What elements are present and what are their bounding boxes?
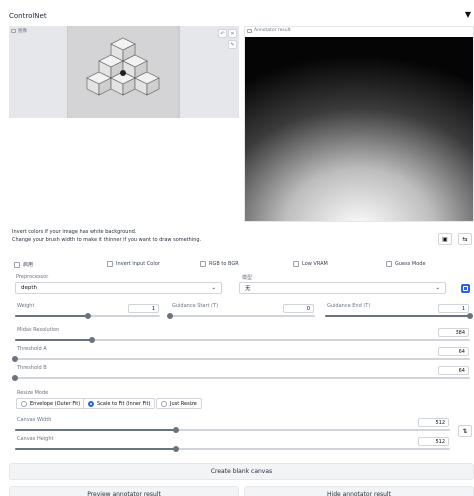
slider-fill	[15, 448, 176, 450]
preview-annotator-button[interactable]: Preview annotator result	[9, 486, 239, 496]
slider-thumb[interactable]	[89, 337, 96, 343]
slider-fill	[15, 339, 93, 341]
rgb-to-bgr-checkbox[interactable]: RGB to BGR	[200, 261, 239, 267]
annotator-result-image	[245, 37, 473, 221]
slider-fill	[15, 315, 88, 317]
weight-label: Weight	[17, 303, 35, 309]
image-tag: 图像	[11, 28, 27, 34]
swap-dimensions-icon[interactable]: ⇅	[458, 425, 472, 437]
canvas-width-label: Canvas Width	[17, 417, 52, 423]
threshold-b-label: Threshold B	[17, 365, 47, 371]
pencil-icon[interactable]: ✎	[228, 40, 237, 49]
midas-resolution-label: Midas Resolution	[17, 327, 60, 333]
resize-mode-label: Resize Mode	[17, 390, 49, 396]
undo-icon[interactable]: ↶	[218, 29, 227, 38]
threshold-b-slider[interactable]	[12, 375, 470, 381]
low-vram-checkbox[interactable]: Low VRAM	[293, 261, 328, 267]
slider-thumb[interactable]	[84, 313, 91, 319]
guidance-start-input[interactable]: 0	[283, 304, 314, 313]
hide-annotator-button[interactable]: Hide annotator result	[244, 486, 474, 496]
slider-thumb[interactable]	[172, 427, 179, 433]
invert-input-color-checkbox[interactable]: Invert Input Color	[107, 261, 160, 267]
model-label: 模型	[242, 275, 253, 281]
radio-scale-to-fit[interactable]	[88, 400, 94, 407]
slider-thumb[interactable]	[12, 375, 18, 381]
section-title[interactable]: ControlNet	[9, 12, 47, 20]
checkbox-box[interactable]	[200, 261, 206, 267]
image-icon	[11, 29, 16, 33]
create-blank-canvas-button[interactable]: Create blank canvas	[9, 463, 474, 480]
chevron-down-icon: ⌄	[211, 285, 216, 291]
preprocessor-select[interactable]: depth ⌄	[15, 282, 222, 294]
chevron-down-icon: ⌄	[435, 285, 440, 291]
resize-envelope-option[interactable]: Envelope (Outer Fit)	[16, 398, 86, 409]
camera-icon[interactable]: ▣	[438, 233, 452, 245]
slider-fill	[15, 429, 176, 431]
swap-icon[interactable]: ⇆	[458, 233, 472, 245]
checkbox-box[interactable]	[386, 261, 392, 267]
resize-scale-to-fit-option[interactable]: Scale to Fit (Inner Fit)	[83, 398, 156, 409]
canvas-width-input[interactable]: 512	[418, 418, 449, 427]
threshold-a-slider[interactable]	[12, 356, 470, 362]
guidance-end-slider[interactable]	[325, 313, 473, 319]
guidance-start-slider[interactable]	[167, 313, 315, 319]
model-select[interactable]: 无 ⌄	[239, 282, 446, 294]
canvas-height-input[interactable]: 512	[418, 437, 449, 446]
slider-thumb[interactable]	[167, 313, 173, 319]
midas-resolution-input[interactable]: 384	[438, 328, 469, 337]
canvas-height-slider[interactable]	[15, 446, 450, 452]
canvas-width-slider[interactable]	[15, 427, 450, 433]
checkbox-box[interactable]	[107, 261, 113, 267]
threshold-b-input[interactable]: 64	[438, 366, 469, 375]
slider-thumb[interactable]	[12, 356, 18, 362]
annotator-tag: Annotator result	[247, 28, 291, 33]
close-icon[interactable]: ✕	[228, 29, 237, 38]
checkbox-box[interactable]	[14, 261, 20, 268]
slider-thumb[interactable]	[172, 446, 179, 452]
weight-slider[interactable]	[15, 313, 160, 319]
preprocessor-label: Preprocessor	[16, 274, 49, 280]
guidance-end-input[interactable]: 1	[438, 304, 469, 313]
weight-input[interactable]: 1	[128, 304, 159, 313]
refresh-models-icon[interactable]	[461, 284, 470, 293]
threshold-a-label: Threshold A	[17, 346, 47, 352]
guidance-end-label: Guidance End (T)	[327, 303, 371, 309]
slider-fill	[325, 315, 470, 317]
canvas-height-label: Canvas Height	[17, 436, 54, 442]
radio-just-resize[interactable]	[161, 400, 167, 407]
guidance-start-label: Guidance Start (T)	[172, 303, 219, 309]
enable-checkbox[interactable]: 启用	[14, 261, 33, 268]
midas-resolution-slider[interactable]	[15, 337, 470, 343]
hint-text-1: Invert colors if your image has white ba…	[12, 229, 137, 235]
triangle-down-icon[interactable]: ▼	[465, 10, 471, 19]
input-image[interactable]	[66, 26, 180, 118]
radio-envelope[interactable]	[21, 400, 27, 407]
slider-thumb[interactable]	[467, 313, 473, 319]
hint-text-2: Change your brush width to make it thinn…	[12, 237, 202, 243]
resize-just-resize-option[interactable]: Just Resize	[156, 398, 202, 409]
checkbox-box[interactable]	[293, 261, 299, 267]
threshold-a-input[interactable]: 64	[438, 347, 469, 356]
image-icon	[247, 28, 252, 33]
guess-mode-checkbox[interactable]: Guess Mode	[386, 261, 426, 267]
